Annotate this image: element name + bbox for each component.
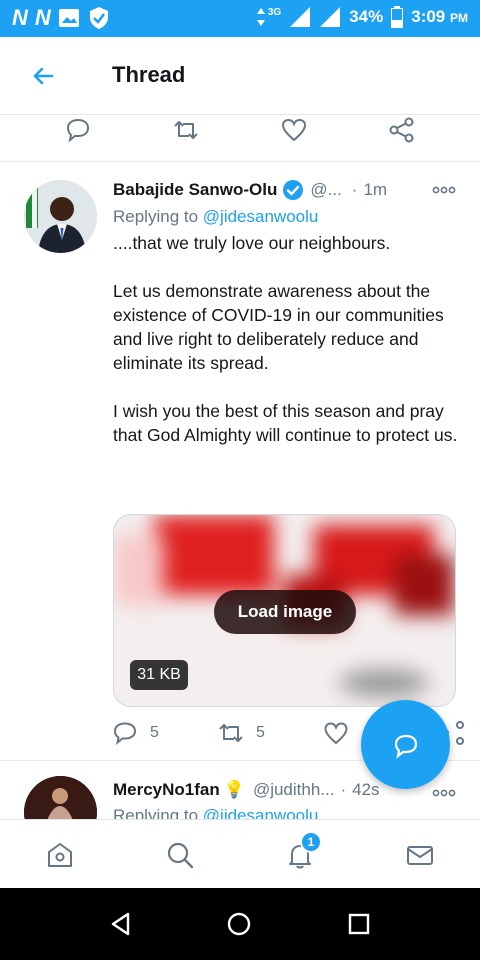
reply-mention-link[interactable]: @jidesanwoolu	[203, 806, 319, 820]
tweet-header: Babajide Sanwo-Olu @... · 1m	[113, 179, 387, 201]
tweet-media[interactable]: Load image 31 KB	[113, 514, 456, 707]
tweet-paragraph: ....that we truly love our neighbours.	[113, 233, 391, 253]
tweet-header: MercyNo1fan 💡 @judithh... · 42s	[113, 780, 380, 800]
battery-icon	[391, 6, 404, 28]
status-bar: N N 3G 34% 3:09 PM	[0, 0, 480, 37]
reply-bubble-icon	[394, 734, 417, 759]
like-icon	[324, 722, 348, 745]
home-icon[interactable]	[45, 840, 75, 870]
load-image-button[interactable]: Load image	[214, 590, 356, 634]
retweet-count: 5	[256, 724, 265, 741]
more-options-icon[interactable]	[432, 185, 456, 195]
tweet-paragraph: I wish you the best of this season and p…	[113, 401, 458, 445]
author-name[interactable]: MercyNo1fan	[113, 780, 220, 800]
like-icon[interactable]	[280, 116, 308, 144]
system-nav-bar	[0, 888, 480, 960]
signal-icon-2	[320, 7, 341, 27]
battery-percent: 34%	[349, 7, 384, 26]
back-arrow-icon[interactable]	[28, 61, 58, 91]
more-options-icon[interactable]	[432, 788, 456, 798]
network-type: 3G	[267, 6, 282, 18]
notification-count-badge: 1	[300, 831, 322, 853]
author-handle[interactable]: @...	[310, 180, 341, 200]
bottom-nav: 1	[0, 819, 480, 888]
share-icon[interactable]	[388, 116, 416, 144]
clock: 3:09 PM	[411, 7, 468, 26]
image-size-badge: 31 KB	[130, 660, 188, 690]
replying-to: Replying to @jidesanwoolu	[113, 207, 319, 226]
previous-tweet-actions	[0, 112, 480, 162]
like-action[interactable]	[323, 720, 349, 746]
replying-to: Replying to @jidesanwoolu	[113, 806, 318, 820]
separator-dot: ·	[351, 180, 358, 199]
notification-n-icon: N	[12, 5, 28, 30]
avatar[interactable]	[24, 776, 97, 820]
verified-badge-icon	[283, 180, 304, 200]
compose-reply-button[interactable]	[361, 700, 450, 789]
reply-count: 5	[150, 724, 159, 741]
tweet-text: ....that we truly love our neighbours. L…	[113, 231, 458, 471]
app-bar: Thread	[0, 37, 480, 115]
signal-icon	[290, 7, 311, 27]
messages-icon[interactable]	[405, 840, 435, 870]
tweet[interactable]: Babajide Sanwo-Olu @... · 1m Replying to…	[0, 163, 480, 761]
search-icon[interactable]	[165, 840, 195, 870]
separator-dot: ·	[340, 780, 347, 799]
shield-icon	[89, 7, 108, 29]
retweet-action[interactable]: 5	[218, 720, 265, 746]
reply-icon[interactable]	[64, 116, 92, 144]
author-handle[interactable]: @judithh...	[253, 780, 335, 800]
data-arrows-icon	[256, 8, 265, 26]
retweet-icon[interactable]	[172, 116, 200, 144]
system-recents-icon[interactable]	[346, 911, 372, 937]
author-name[interactable]: Babajide Sanwo-Olu	[113, 180, 277, 200]
bulb-emoji: 💡	[223, 780, 245, 799]
system-back-icon[interactable]	[108, 911, 134, 937]
tweet-timestamp: 42s	[352, 780, 380, 799]
page-title: Thread	[112, 62, 186, 87]
tweet-paragraph: Let us demonstrate awareness about the e…	[113, 281, 444, 373]
retweet-icon	[219, 724, 243, 742]
avatar[interactable]	[24, 180, 97, 253]
reply-action[interactable]: 5	[112, 720, 159, 746]
avatar-image	[24, 180, 97, 253]
image-icon	[58, 9, 79, 27]
reply-mention-link[interactable]: @jidesanwoolu	[203, 207, 319, 226]
avatar-image	[24, 776, 97, 820]
reply-icon	[113, 722, 137, 745]
tweet-timestamp: 1m	[363, 180, 388, 199]
system-home-icon[interactable]	[226, 911, 252, 937]
notification-n-icon: N	[34, 5, 51, 30]
